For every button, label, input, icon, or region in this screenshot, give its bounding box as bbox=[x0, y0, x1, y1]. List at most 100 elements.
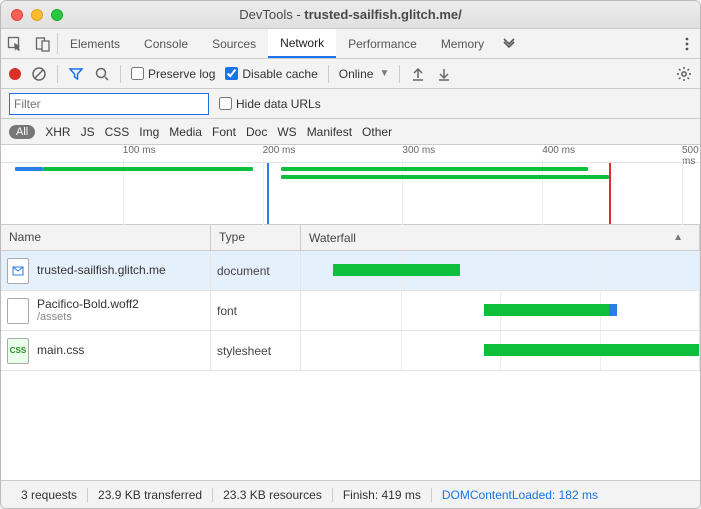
type-all[interactable]: All bbox=[9, 125, 35, 139]
type-font[interactable]: Font bbox=[212, 125, 236, 139]
timeline-bar bbox=[15, 167, 43, 171]
type-doc[interactable]: Doc bbox=[246, 125, 267, 139]
separator bbox=[328, 65, 329, 83]
disable-cache-checkbox[interactable]: Disable cache bbox=[225, 67, 317, 81]
title-prefix: DevTools - bbox=[239, 7, 304, 22]
cell-name: Pacifico-Bold.woff2/assets bbox=[1, 291, 211, 330]
request-row[interactable]: Pacifico-Bold.woff2/assetsfont bbox=[1, 291, 700, 331]
tab-sources[interactable]: Sources bbox=[200, 29, 268, 58]
cell-name: CSS main.css bbox=[1, 331, 211, 370]
search-icon[interactable] bbox=[94, 66, 110, 82]
file-icon bbox=[7, 298, 29, 324]
status-finish: Finish: 419 ms bbox=[333, 488, 432, 502]
minimize-button[interactable] bbox=[31, 9, 43, 21]
request-type-filter: All XHR JS CSS Img Media Font Doc WS Man… bbox=[1, 119, 700, 145]
type-img[interactable]: Img bbox=[139, 125, 159, 139]
disable-cache-label: Disable cache bbox=[242, 67, 317, 81]
cell-name: trusted-sailfish.glitch.me bbox=[1, 251, 211, 290]
file-name: main.css bbox=[37, 343, 84, 357]
traffic-lights bbox=[11, 9, 63, 21]
status-bar: 3 requests 23.9 KB transferred 23.3 KB r… bbox=[1, 480, 700, 508]
title-host: trusted-sailfish.glitch.me/ bbox=[304, 7, 461, 22]
type-other[interactable]: Other bbox=[362, 125, 392, 139]
tab-network[interactable]: Network bbox=[268, 29, 336, 58]
timeline-bar bbox=[281, 175, 610, 179]
upload-har-icon[interactable] bbox=[410, 66, 426, 82]
waterfall-bluecap bbox=[609, 304, 617, 316]
tab-performance[interactable]: Performance bbox=[336, 29, 429, 58]
request-row[interactable]: trusted-sailfish.glitch.me document bbox=[1, 251, 700, 291]
cell-type: document bbox=[211, 251, 301, 290]
inspect-icon[interactable] bbox=[1, 29, 29, 58]
preserve-log-checkbox[interactable]: Preserve log bbox=[131, 67, 215, 81]
more-tabs-icon[interactable] bbox=[496, 29, 522, 58]
timeline-tick: 300 ms bbox=[402, 145, 435, 156]
request-row[interactable]: CSSmain.cssstylesheet bbox=[1, 331, 700, 371]
cell-waterfall bbox=[301, 331, 700, 370]
status-domcontentloaded: DOMContentLoaded: 182 ms bbox=[432, 488, 608, 502]
titlebar: DevTools - trusted-sailfish.glitch.me/ bbox=[1, 1, 700, 29]
file-name: Pacifico-Bold.woff2/assets bbox=[37, 297, 139, 325]
clear-icon[interactable] bbox=[31, 66, 47, 82]
timeline-tick: 100 ms bbox=[123, 145, 156, 156]
file-name: trusted-sailfish.glitch.me bbox=[37, 263, 166, 277]
preserve-log-input[interactable] bbox=[131, 67, 144, 80]
waterfall-bar bbox=[484, 304, 615, 316]
waterfall-bar bbox=[484, 344, 699, 356]
filter-bar: Hide data URLs bbox=[1, 89, 700, 119]
record-button[interactable] bbox=[9, 68, 21, 80]
status-requests: 3 requests bbox=[11, 488, 88, 502]
type-ws[interactable]: WS bbox=[277, 125, 296, 139]
col-name[interactable]: Name bbox=[1, 225, 211, 250]
separator bbox=[399, 65, 400, 83]
tab-elements[interactable]: Elements bbox=[58, 29, 132, 58]
settings-gear-icon[interactable] bbox=[676, 66, 692, 82]
request-rows: trusted-sailfish.glitch.medocumentPacifi… bbox=[1, 251, 700, 480]
disable-cache-input[interactable] bbox=[225, 67, 238, 80]
timeline-tick: 200 ms bbox=[263, 145, 296, 156]
download-har-icon[interactable] bbox=[436, 66, 452, 82]
file-icon: CSS bbox=[7, 338, 29, 364]
type-media[interactable]: Media bbox=[169, 125, 202, 139]
timeline-bar bbox=[43, 167, 253, 171]
status-transferred: 23.9 KB transferred bbox=[88, 488, 213, 502]
hide-data-urls-label: Hide data URLs bbox=[236, 97, 321, 111]
kebab-menu-icon[interactable] bbox=[674, 29, 700, 58]
col-type[interactable]: Type bbox=[211, 225, 301, 250]
col-waterfall-label: Waterfall bbox=[309, 231, 356, 245]
maximize-button[interactable] bbox=[51, 9, 63, 21]
timeline-bar bbox=[281, 167, 589, 171]
sort-indicator-icon: ▲ bbox=[673, 232, 691, 243]
file-icon bbox=[7, 258, 29, 284]
timeline-overview[interactable]: 100 ms200 ms300 ms400 ms500 ms bbox=[1, 145, 700, 225]
filter-icon[interactable] bbox=[68, 66, 84, 82]
domcontent-marker bbox=[267, 163, 269, 224]
type-manifest[interactable]: Manifest bbox=[307, 125, 352, 139]
separator bbox=[120, 65, 121, 83]
window-title: DevTools - trusted-sailfish.glitch.me/ bbox=[1, 7, 700, 22]
hide-data-urls-input[interactable] bbox=[219, 97, 232, 110]
type-xhr[interactable]: XHR bbox=[45, 125, 70, 139]
status-resources: 23.3 KB resources bbox=[213, 488, 333, 502]
cell-waterfall bbox=[301, 251, 700, 290]
preserve-log-label: Preserve log bbox=[148, 67, 215, 81]
panel-tabs: Elements Console Sources Network Perform… bbox=[1, 29, 700, 59]
throttle-value: Online bbox=[339, 67, 374, 81]
tab-console[interactable]: Console bbox=[132, 29, 200, 58]
type-css[interactable]: CSS bbox=[105, 125, 130, 139]
chevron-down-icon: ▼ bbox=[379, 68, 389, 79]
timeline-lanes bbox=[1, 163, 700, 224]
hide-data-urls-checkbox[interactable]: Hide data URLs bbox=[219, 97, 321, 111]
load-marker bbox=[609, 163, 611, 224]
close-button[interactable] bbox=[11, 9, 23, 21]
filter-input[interactable] bbox=[9, 93, 209, 115]
throttle-select[interactable]: Online ▼ bbox=[339, 67, 390, 81]
tab-memory[interactable]: Memory bbox=[429, 29, 496, 58]
devtools-window: DevTools - trusted-sailfish.glitch.me/ E… bbox=[0, 0, 701, 509]
device-toggle-icon[interactable] bbox=[29, 29, 57, 58]
network-toolbar: Preserve log Disable cache Online ▼ bbox=[1, 59, 700, 89]
type-js[interactable]: JS bbox=[81, 125, 95, 139]
cell-waterfall bbox=[301, 291, 700, 330]
grid-header: Name Type Waterfall ▲ bbox=[1, 225, 700, 251]
col-waterfall[interactable]: Waterfall ▲ bbox=[301, 225, 700, 250]
